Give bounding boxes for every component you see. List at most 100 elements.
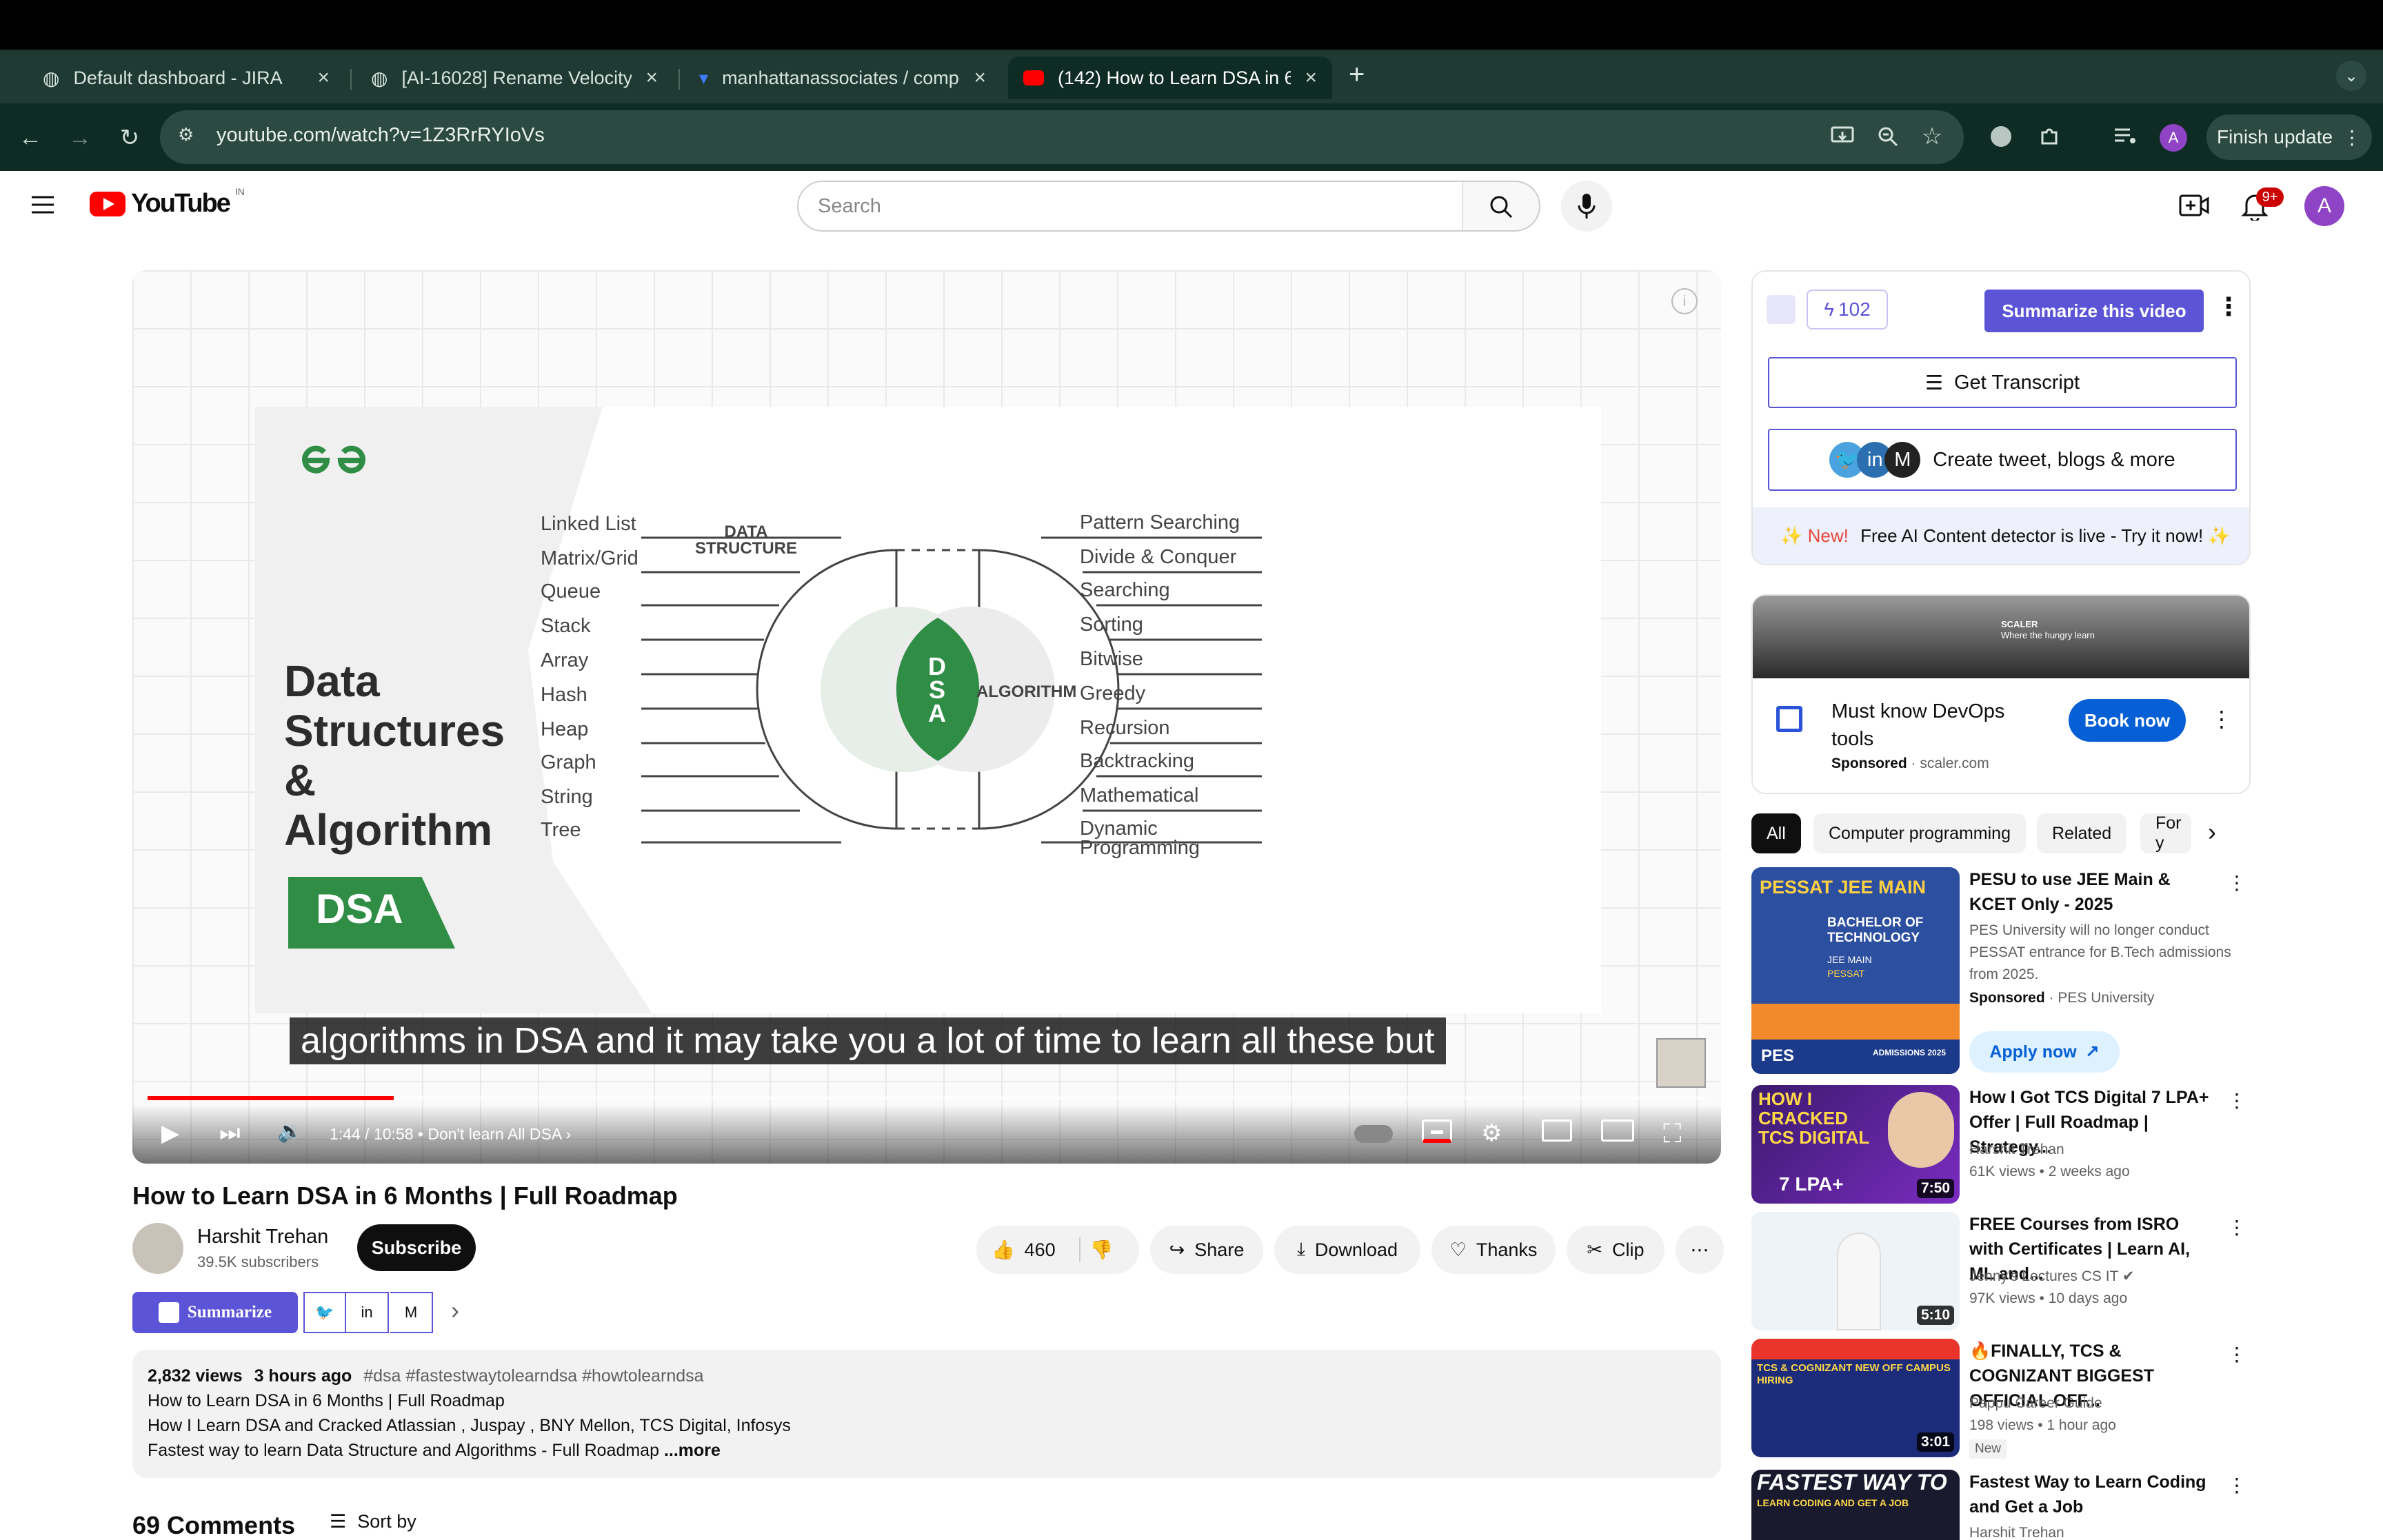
play-icon[interactable]: ▶	[161, 1119, 179, 1147]
search-input[interactable]: Search	[797, 181, 1463, 232]
linkedin-share-icon[interactable]: in	[346, 1292, 389, 1333]
close-tab-icon[interactable]: ×	[645, 66, 658, 90]
mic-icon	[1578, 194, 1596, 219]
recommendation-item[interactable]: 5:10 FREE Courses from ISRO with Certifi…	[1751, 1212, 2251, 1330]
video-player[interactable]: i Data Structures & Algorithm DSA DATA S…	[132, 270, 1721, 1164]
more-vert-icon[interactable]: ⋮	[2216, 292, 2241, 321]
share-button[interactable]: ↪ Share	[1150, 1226, 1263, 1274]
search-button[interactable]	[1462, 181, 1540, 232]
extension-circle-icon[interactable]	[1987, 123, 2015, 150]
tab-youtube[interactable]: (142) How to Learn DSA in 6 I ×	[1008, 57, 1332, 99]
youtube-logo[interactable]: YouTube IN	[90, 186, 245, 219]
video-thumbnail[interactable]: FASTEST WAY TO LEARN CODING AND GET A JO…	[1751, 1470, 1960, 1540]
chevron-right-icon[interactable]: ›	[451, 1296, 459, 1325]
info-icon[interactable]: i	[1671, 288, 1698, 314]
extensions-puzzle-icon[interactable]	[2035, 123, 2063, 150]
apply-now-button[interactable]: Apply now ↗	[1969, 1031, 2120, 1073]
video-title[interactable]: Fastest Way to Learn Coding and Get a Jo…	[1969, 1470, 2218, 1519]
fullscreen-icon[interactable]: ⛶	[1663, 1119, 1682, 1149]
chip-all[interactable]: All	[1751, 813, 1801, 853]
hashtags[interactable]: #dsa #fastestwaytolearndsa #howtolearnds…	[363, 1366, 703, 1386]
finish-update-button[interactable]: Finish update ⋮	[2206, 114, 2372, 160]
channel-name[interactable]: Harshit Trehan	[197, 1226, 328, 1248]
tab-jira[interactable]: ◍ Default dashboard - JIRA ×	[28, 57, 345, 99]
chip-for-you[interactable]: For y	[2140, 813, 2191, 853]
create-content-button[interactable]: 🐦 in M Create tweet, blogs & more	[1768, 429, 2237, 491]
recommendation-item[interactable]: HOW I CRACKED TCS DIGITAL 7 LPA+ 7:50 Ho…	[1751, 1085, 2251, 1204]
thanks-button[interactable]: ♡ Thanks	[1431, 1226, 1556, 1274]
get-transcript-button[interactable]: ☰ Get Transcript	[1768, 357, 2237, 408]
site-info-icon[interactable]: ⚙	[178, 124, 203, 149]
close-tab-icon[interactable]: ×	[317, 66, 330, 90]
book-now-button[interactable]: Book now	[2069, 699, 2186, 742]
more-vert-icon[interactable]: ⋮	[2227, 1216, 2246, 1239]
medium-share-icon[interactable]: M	[390, 1292, 433, 1333]
clip-button[interactable]: ✂ Clip	[1567, 1226, 1665, 1274]
tab-jira-issue[interactable]: ◍ [AI-16028] Rename Velocity T ×	[356, 57, 673, 99]
profile-avatar[interactable]: A	[2160, 124, 2187, 152]
media-queue-icon[interactable]	[2111, 123, 2139, 150]
channel-name[interactable]: Pappu Career Guide	[1969, 1392, 2102, 1415]
create-video-icon[interactable]	[2179, 193, 2209, 218]
chip-related[interactable]: Related	[2037, 813, 2127, 853]
chevron-right-icon[interactable]: ›	[565, 1125, 571, 1143]
recommendation-item[interactable]: FASTEST WAY TO LEARN CODING AND GET A JO…	[1751, 1470, 2251, 1540]
recommendation-item[interactable]: PESSAT JEE MAIN BACHELOR OF TECHNOLOGY J…	[1751, 867, 2251, 1074]
menu-hamburger-icon[interactable]	[30, 194, 55, 215]
like-count[interactable]: 460	[1025, 1239, 1056, 1261]
tab-search-icon[interactable]: ⌄	[2336, 61, 2366, 91]
more-vert-icon[interactable]: ⋮	[2227, 1089, 2246, 1112]
autoplay-toggle[interactable]	[1354, 1125, 1393, 1143]
video-title[interactable]: PESU to use JEE Main & KCET Only - 2025	[1969, 867, 2218, 917]
close-tab-icon[interactable]: ×	[1305, 66, 1317, 90]
theater-mode-icon[interactable]	[1601, 1119, 1634, 1142]
subscribe-button[interactable]: Subscribe	[357, 1224, 476, 1271]
ad-card[interactable]: SCALER Where the hungry learn Must know …	[1751, 594, 2251, 794]
sort-by-button[interactable]: ☰ Sort by	[330, 1511, 416, 1532]
next-icon[interactable]: ⏭	[219, 1119, 241, 1146]
install-app-icon[interactable]	[1829, 123, 1856, 150]
like-icon[interactable]: 👍	[992, 1239, 1015, 1261]
thumb-admissions: ADMISSIONS 2025	[1873, 1048, 1947, 1057]
video-thumbnail[interactable]: PESSAT JEE MAIN BACHELOR OF TECHNOLOGY J…	[1751, 867, 1960, 1074]
url-text[interactable]: youtube.com/watch?v=1Z3RrRYIoVs	[217, 124, 545, 147]
channel-name[interactable]: Harshit Trehan	[1969, 1139, 2064, 1161]
summarize-button[interactable]: Summarize	[132, 1292, 298, 1333]
show-more-link[interactable]: ...more	[664, 1441, 721, 1460]
more-actions-button[interactable]: ⋯	[1676, 1226, 1724, 1274]
credits-badge[interactable]: ϟ 102	[1807, 290, 1888, 330]
more-vert-icon[interactable]: ⋮	[2227, 1474, 2246, 1497]
recommendation-item[interactable]: TCS & COGNIZANT NEW OFF CAMPUS HIRING 3:…	[1751, 1339, 2251, 1459]
chevron-right-icon[interactable]: ›	[2208, 818, 2216, 847]
channel-name[interactable]: Harshit Trehan	[1969, 1522, 2064, 1540]
video-thumbnail[interactable]: 5:10	[1751, 1212, 1960, 1330]
forward-icon[interactable]: →	[65, 123, 95, 153]
captions-icon[interactable]: ▬	[1422, 1119, 1452, 1143]
summarize-video-button[interactable]: Summarize this video	[1984, 290, 2204, 332]
close-tab-icon[interactable]: ×	[974, 66, 986, 90]
volume-icon[interactable]: 🔉	[277, 1119, 303, 1144]
more-vert-icon[interactable]: ⋮	[2227, 1343, 2246, 1366]
dislike-icon[interactable]: 👎	[1090, 1239, 1114, 1261]
chip-computer-programming[interactable]: Computer programming	[1813, 813, 2026, 853]
video-thumbnail[interactable]: HOW I CRACKED TCS DIGITAL 7 LPA+ 7:50	[1751, 1085, 1960, 1204]
back-icon[interactable]: ←	[15, 123, 46, 153]
voice-search-button[interactable]	[1561, 181, 1612, 232]
channel-name[interactable]: Jenny's Lectures CS IT	[1969, 1268, 2118, 1284]
download-button[interactable]: ⤓ Download	[1274, 1226, 1420, 1274]
announcement-banner[interactable]: ✨ New! Free AI Content detector is live …	[1753, 507, 2249, 564]
tab-bitbucket[interactable]: ▾ manhattanassociates / compo ×	[684, 57, 1001, 99]
zoom-icon[interactable]	[1874, 123, 1902, 150]
bookmark-star-icon[interactable]: ☆	[1918, 123, 1946, 150]
miniplayer-icon[interactable]	[1542, 1119, 1572, 1142]
reload-icon[interactable]: ↻	[114, 123, 145, 153]
more-vert-icon[interactable]: ⋮	[2227, 871, 2246, 894]
channel-avatar[interactable]	[132, 1223, 183, 1274]
twitter-share-icon[interactable]: 🐦	[303, 1292, 346, 1333]
more-vert-icon[interactable]: ⋮	[2211, 706, 2233, 732]
account-avatar[interactable]: A	[2304, 186, 2344, 226]
new-tab-button[interactable]: +	[1349, 59, 1365, 90]
video-thumbnail[interactable]: TCS & COGNIZANT NEW OFF CAMPUS HIRING 3:…	[1751, 1339, 1960, 1457]
chapter-title[interactable]: Don't learn All DSA	[428, 1125, 561, 1143]
settings-gear-icon[interactable]: ⚙	[1481, 1119, 1502, 1147]
